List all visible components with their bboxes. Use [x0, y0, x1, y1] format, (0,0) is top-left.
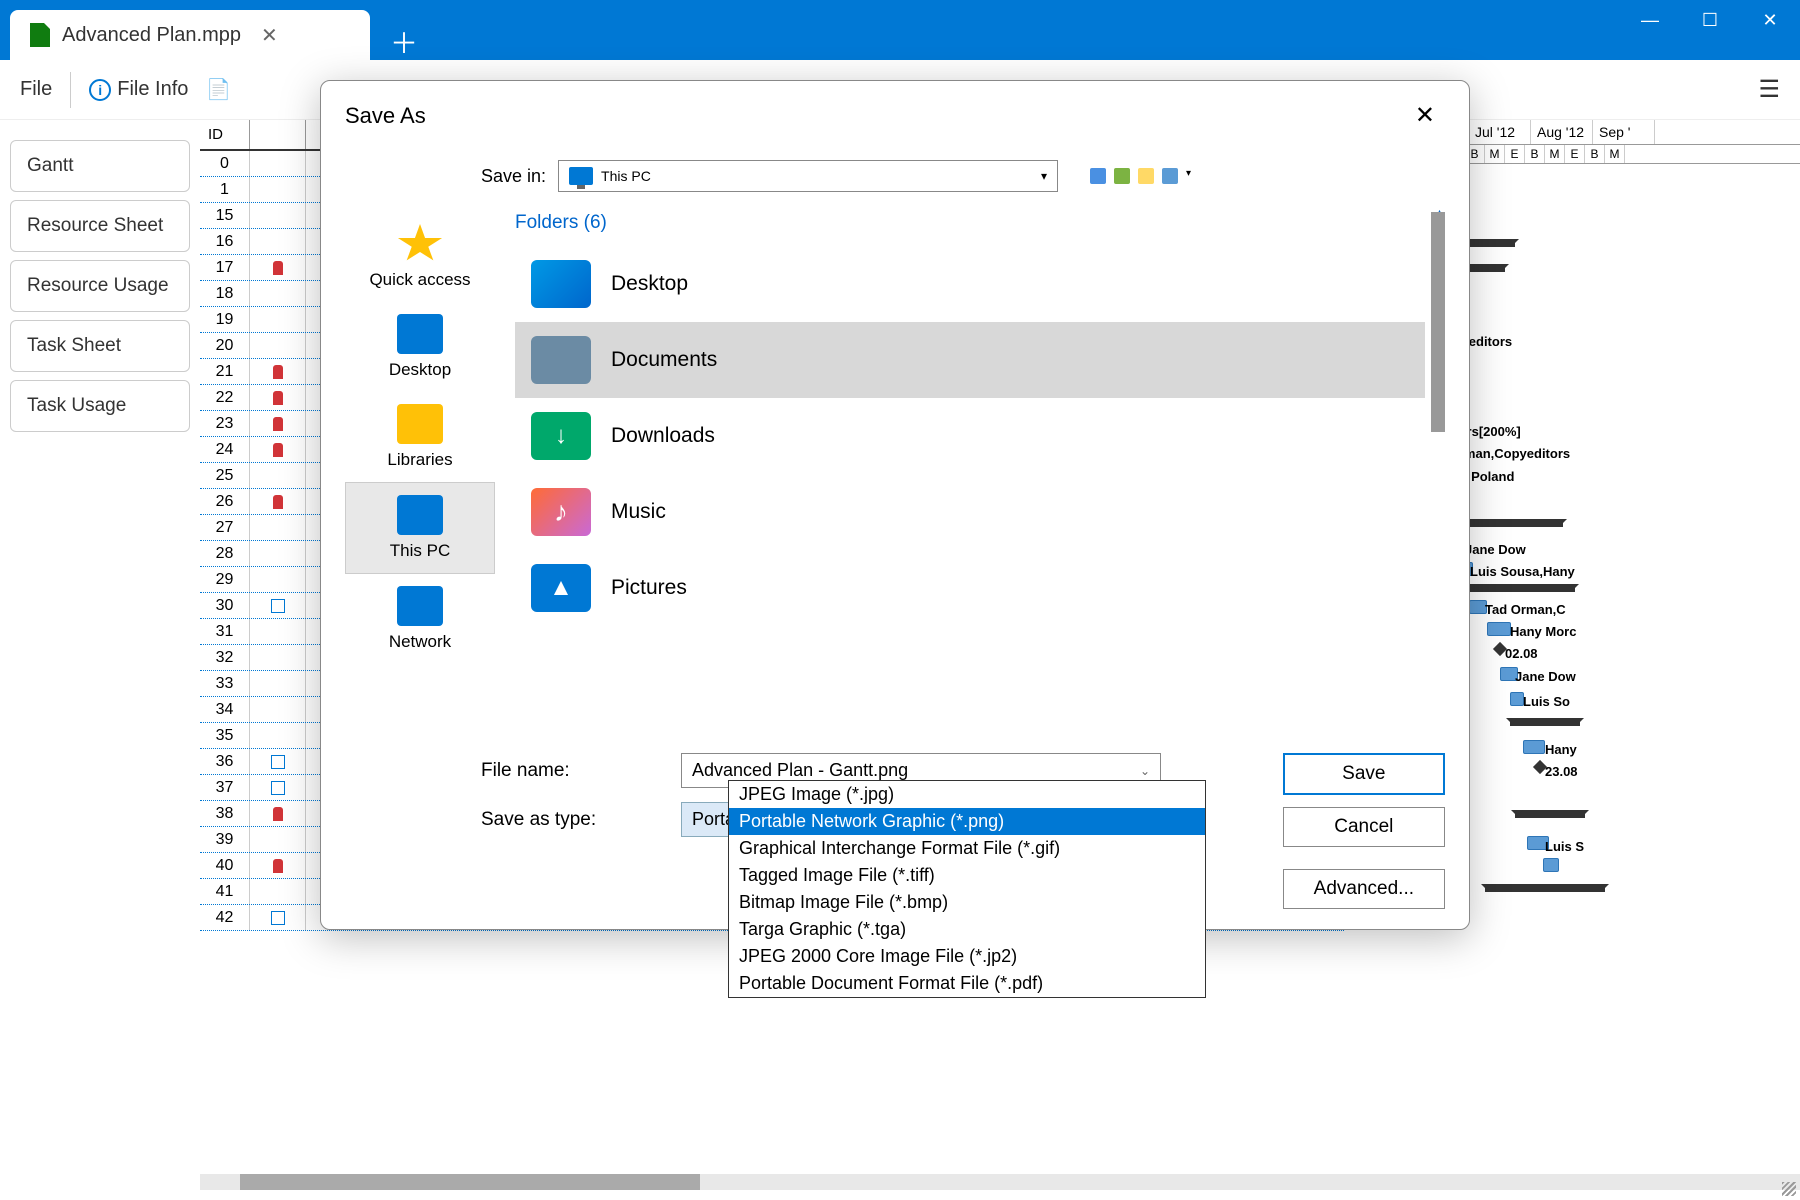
- place-network[interactable]: Network: [345, 574, 495, 664]
- close-tab-icon[interactable]: ✕: [253, 19, 286, 52]
- folder-icon: ▲: [531, 564, 591, 612]
- share-button[interactable]: 📄: [206, 77, 231, 102]
- dropdown-item[interactable]: Portable Network Graphic (*.png): [729, 808, 1205, 835]
- dropdown-item[interactable]: JPEG 2000 Core Image File (*.jp2): [729, 943, 1205, 970]
- save-type-label: Save as type:: [481, 809, 661, 831]
- up-icon[interactable]: [1114, 168, 1130, 184]
- cancel-button[interactable]: Cancel: [1283, 807, 1445, 847]
- new-folder-icon[interactable]: [1138, 168, 1154, 184]
- document-tab[interactable]: Advanced Plan.mpp ✕: [10, 10, 370, 60]
- horizontal-scrollbar[interactable]: [200, 1174, 1800, 1190]
- chevron-down-icon[interactable]: ⌄: [1140, 764, 1150, 778]
- dialog-close-button[interactable]: ✕: [1405, 97, 1445, 134]
- sidebar-tab-task-usage[interactable]: Task Usage: [10, 380, 190, 432]
- place-libraries[interactable]: Libraries: [345, 392, 495, 482]
- folders-heading: Folders (6): [515, 212, 1425, 234]
- dialog-titlebar: Save As ✕: [321, 81, 1469, 150]
- chevron-down-icon: ▾: [1041, 169, 1047, 183]
- view-sidebar: Gantt Resource Sheet Resource Usage Task…: [0, 120, 200, 1200]
- folder-icon: [397, 404, 443, 444]
- network-icon: [397, 586, 443, 626]
- save-in-dropdown[interactable]: This PC ▾: [558, 160, 1058, 192]
- dropdown-item[interactable]: JPEG Image (*.jpg): [729, 781, 1205, 808]
- info-icon: i: [89, 79, 111, 101]
- dropdown-item[interactable]: Graphical Interchange Format File (*.gif…: [729, 835, 1205, 862]
- filename-label: File name:: [481, 760, 661, 782]
- sidebar-tab-task-sheet[interactable]: Task Sheet: [10, 320, 190, 372]
- separator: [70, 72, 71, 108]
- folder-list[interactable]: ▴ Folders (6) Desktop Documents ↓Downloa…: [495, 202, 1445, 741]
- dropdown-item[interactable]: Portable Document Format File (*.pdf): [729, 970, 1205, 997]
- star-icon: [397, 224, 443, 264]
- place-desktop[interactable]: Desktop: [345, 302, 495, 392]
- folder-icon: [531, 336, 591, 384]
- sidebar-tab-resource-usage[interactable]: Resource Usage: [10, 260, 190, 312]
- folder-icon: ↓: [531, 412, 591, 460]
- minimize-button[interactable]: —: [1620, 0, 1680, 40]
- file-info-label: File Info: [117, 78, 188, 101]
- folder-music[interactable]: ♪Music: [515, 474, 1425, 550]
- col-icon: [250, 120, 306, 149]
- dropdown-item[interactable]: Targa Graphic (*.tga): [729, 916, 1205, 943]
- title-bar: Advanced Plan.mpp ✕ ＋ — ☐ ✕: [0, 0, 1800, 60]
- folder-pictures[interactable]: ▲Pictures: [515, 550, 1425, 626]
- place-quick-access[interactable]: Quick access: [345, 212, 495, 302]
- folder-downloads[interactable]: ↓Downloads: [515, 398, 1425, 474]
- folder-documents[interactable]: Documents: [515, 322, 1425, 398]
- window-controls: — ☐ ✕: [1620, 0, 1800, 40]
- pc-icon: [569, 167, 593, 185]
- tab-title: Advanced Plan.mpp: [62, 24, 241, 47]
- col-id: ID: [200, 120, 250, 149]
- folder-icon: ♪: [531, 488, 591, 536]
- close-window-button[interactable]: ✕: [1740, 0, 1800, 40]
- save-in-label: Save in:: [481, 166, 546, 187]
- hamburger-menu[interactable]: ☰: [1758, 75, 1780, 104]
- dialog-title: Save As: [345, 103, 426, 129]
- advanced-button[interactable]: Advanced...: [1283, 869, 1445, 909]
- dropdown-item[interactable]: Bitmap Image File (*.bmp): [729, 889, 1205, 916]
- places-sidebar: Quick access Desktop Libraries This PC N…: [345, 202, 495, 741]
- file-icon: [30, 23, 50, 47]
- dropdown-item[interactable]: Tagged Image File (*.tiff): [729, 862, 1205, 889]
- back-icon[interactable]: [1090, 168, 1106, 184]
- new-tab-button[interactable]: ＋: [390, 22, 418, 62]
- toolbar-icons: ▾: [1090, 168, 1191, 184]
- folder-scrollbar[interactable]: [1431, 212, 1445, 432]
- resize-grip[interactable]: [1782, 1182, 1796, 1196]
- save-in-value: This PC: [601, 168, 651, 184]
- chevron-down-icon[interactable]: ▾: [1186, 168, 1191, 184]
- place-this-pc[interactable]: This PC: [345, 482, 495, 574]
- file-info-button[interactable]: i File Info: [89, 78, 188, 101]
- save-in-row: Save in: This PC ▾ ▾: [321, 150, 1469, 202]
- monitor-icon: [397, 314, 443, 354]
- filename-value: Advanced Plan - Gantt.png: [692, 760, 908, 781]
- folder-icon: [531, 260, 591, 308]
- folder-desktop[interactable]: Desktop: [515, 246, 1425, 322]
- file-type-dropdown-list[interactable]: JPEG Image (*.jpg)Portable Network Graph…: [728, 780, 1206, 998]
- sidebar-tab-resource-sheet[interactable]: Resource Sheet: [10, 200, 190, 252]
- sidebar-tab-gantt[interactable]: Gantt: [10, 140, 190, 192]
- maximize-button[interactable]: ☐: [1680, 0, 1740, 40]
- view-menu-icon[interactable]: [1162, 168, 1178, 184]
- scrollbar-thumb[interactable]: [240, 1174, 700, 1190]
- pc-icon: [397, 495, 443, 535]
- file-menu[interactable]: File: [20, 78, 52, 101]
- save-button[interactable]: Save: [1283, 753, 1445, 795]
